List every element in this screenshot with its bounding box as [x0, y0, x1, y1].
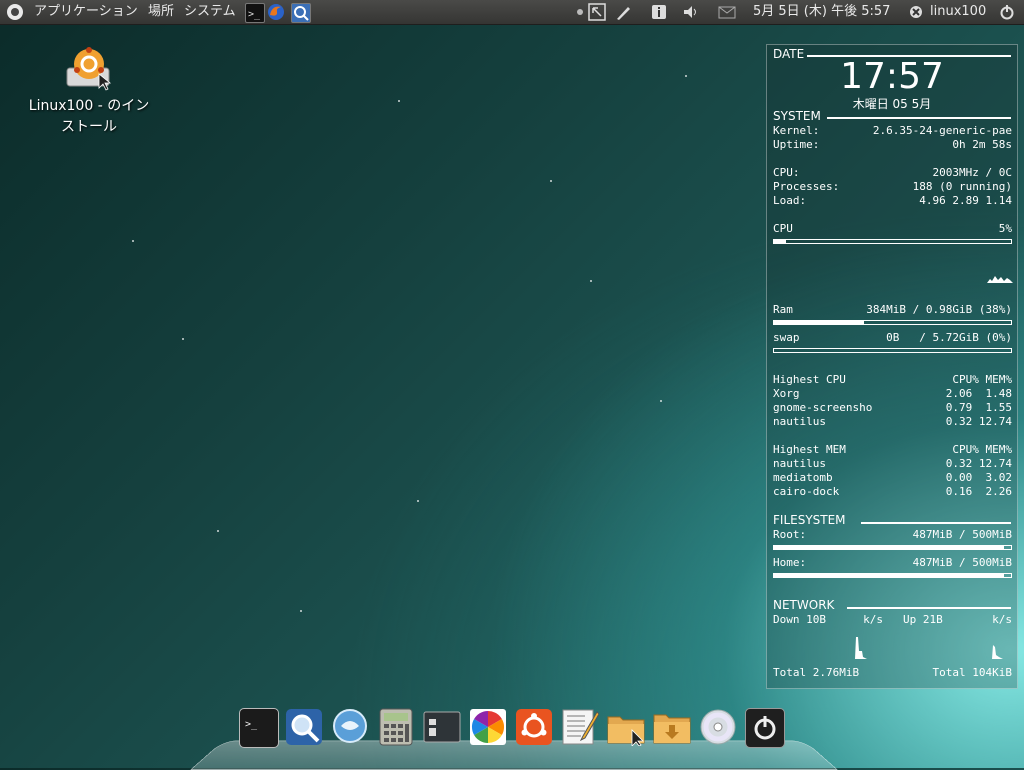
ubuntu-software-icon[interactable] — [515, 708, 553, 746]
highest-mem-row: cairo-dock 0.16 2.26 — [773, 485, 1012, 498]
conky-system-monitor: DATE 17:57 木曜日 05 5月 SYSTEM Kernel: 2.6.3… — [766, 44, 1018, 689]
star — [182, 338, 184, 340]
chat-icon[interactable] — [331, 708, 369, 746]
volume-icon[interactable] — [682, 3, 700, 21]
screenshot-tool-icon[interactable] — [588, 3, 606, 21]
text-editor-icon[interactable] — [561, 708, 600, 746]
fs-root-row: Root: 487MiB / 500MiB — [773, 528, 1012, 541]
calculator-icon[interactable] — [377, 708, 415, 746]
network-rule — [847, 607, 1011, 609]
shutdown-icon[interactable] — [745, 708, 785, 748]
filesystem-rule — [861, 522, 1011, 524]
menu-system[interactable]: システム — [184, 0, 236, 24]
swap-bar — [773, 348, 1012, 353]
ubuntu-logo-icon[interactable] — [7, 4, 23, 20]
star — [550, 180, 552, 182]
filesystem-header: FILESYSTEM — [773, 513, 846, 527]
downloads-folder-icon[interactable] — [653, 708, 691, 746]
highest-cpu-row: nautilus 0.32 12.74 — [773, 415, 1012, 428]
install-drive-icon — [65, 44, 113, 92]
fs-home-bar — [773, 573, 1012, 578]
power-icon[interactable] — [998, 3, 1016, 21]
star — [660, 400, 662, 402]
net-totals-row: Total 2.76MiB Total 104KiB — [773, 666, 1012, 679]
top-panel: アプリケーション 場所 システム >_ 5月 5日 (木) 午後 5:57 li… — [0, 0, 1024, 25]
net-up-row: Up 21B k/s — [903, 613, 1012, 626]
star — [217, 530, 219, 532]
ram-fill — [774, 321, 865, 324]
browser-launcher-icon[interactable] — [291, 3, 311, 23]
fs-home-fill — [774, 574, 1004, 577]
system-header: SYSTEM — [773, 109, 821, 123]
color-wheel-icon[interactable] — [469, 708, 507, 746]
svg-text:>_: >_ — [245, 719, 258, 730]
highest-mem-row: mediatomb 0.00 3.02 — [773, 471, 1012, 484]
net-up-graph — [989, 645, 1003, 659]
cpu-usage-bar — [773, 239, 1012, 244]
system-row-uptime: Uptime: 0h 2m 58s — [773, 138, 1012, 151]
firefox-launcher-icon[interactable] — [267, 3, 285, 21]
highest-cpu-row: Xorg 2.06 1.48 — [773, 387, 1012, 400]
svg-text:>_: >_ — [248, 9, 261, 20]
cd-icon[interactable] — [699, 708, 737, 746]
folder-icon[interactable] — [607, 708, 645, 747]
ram-bar — [773, 320, 1012, 325]
desktop-icon-label: Linux100 - のイン ストール — [28, 98, 150, 135]
user-status-icon[interactable] — [907, 3, 925, 21]
highest-cpu-row: gnome-screensho 0.79 1.55 — [773, 401, 1012, 414]
swap-row: swap 0B / 5.72GiB (0%) — [773, 331, 1012, 344]
notification-dot-icon — [577, 9, 583, 15]
menu-applications[interactable]: アプリケーション — [34, 0, 138, 24]
panel-username[interactable]: linux100 — [930, 0, 986, 24]
system-row-processes: Processes: 188 (0 running) — [773, 180, 1012, 193]
menu-places[interactable]: 場所 — [148, 0, 174, 24]
fs-root-fill — [774, 546, 1004, 549]
system-rule — [827, 117, 1011, 119]
star — [590, 280, 592, 282]
star — [685, 75, 687, 77]
system-row-load: Load: 4.96 2.89 1.14 — [773, 194, 1012, 207]
panel-clock[interactable]: 5月 5日 (木) 午後 5:57 — [753, 0, 890, 24]
star — [417, 500, 419, 502]
network-header: NETWORK — [773, 598, 835, 612]
star — [300, 610, 302, 612]
terminal-launcher-icon[interactable]: >_ — [245, 3, 265, 23]
mail-icon[interactable] — [718, 3, 736, 21]
highest-mem-header: Highest MEM CPU% MEM% — [773, 443, 1012, 456]
star — [398, 100, 400, 102]
fs-root-bar — [773, 545, 1012, 550]
cpu-usage-row: CPU 5% — [773, 222, 1012, 235]
terminal-icon[interactable]: >_ — [239, 708, 279, 748]
info-icon[interactable] — [650, 3, 668, 21]
window-icon[interactable] — [423, 708, 461, 746]
highest-mem-row: nautilus 0.32 12.74 — [773, 457, 1012, 470]
system-row-kernel: Kernel: 2.6.35-24-generic-pae — [773, 124, 1012, 137]
fs-home-row: Home: 487MiB / 500MiB — [773, 556, 1012, 569]
ram-row: Ram 384MiB / 0.98GiB (38%) — [773, 303, 1012, 316]
highest-cpu-header: Highest CPU CPU% MEM% — [773, 373, 1012, 386]
star — [132, 240, 134, 242]
net-down-graph — [853, 637, 867, 659]
cpu-usage-fill — [774, 240, 786, 243]
system-row-cpu: CPU: 2003MHz / 0C — [773, 166, 1012, 179]
browser-icon[interactable] — [285, 708, 323, 746]
cpu-graph — [987, 276, 1013, 283]
net-down-row: Down 10B k/s — [773, 613, 883, 626]
conky-clock: 17:57 — [840, 56, 944, 97]
pen-tool-icon[interactable] — [614, 3, 632, 21]
